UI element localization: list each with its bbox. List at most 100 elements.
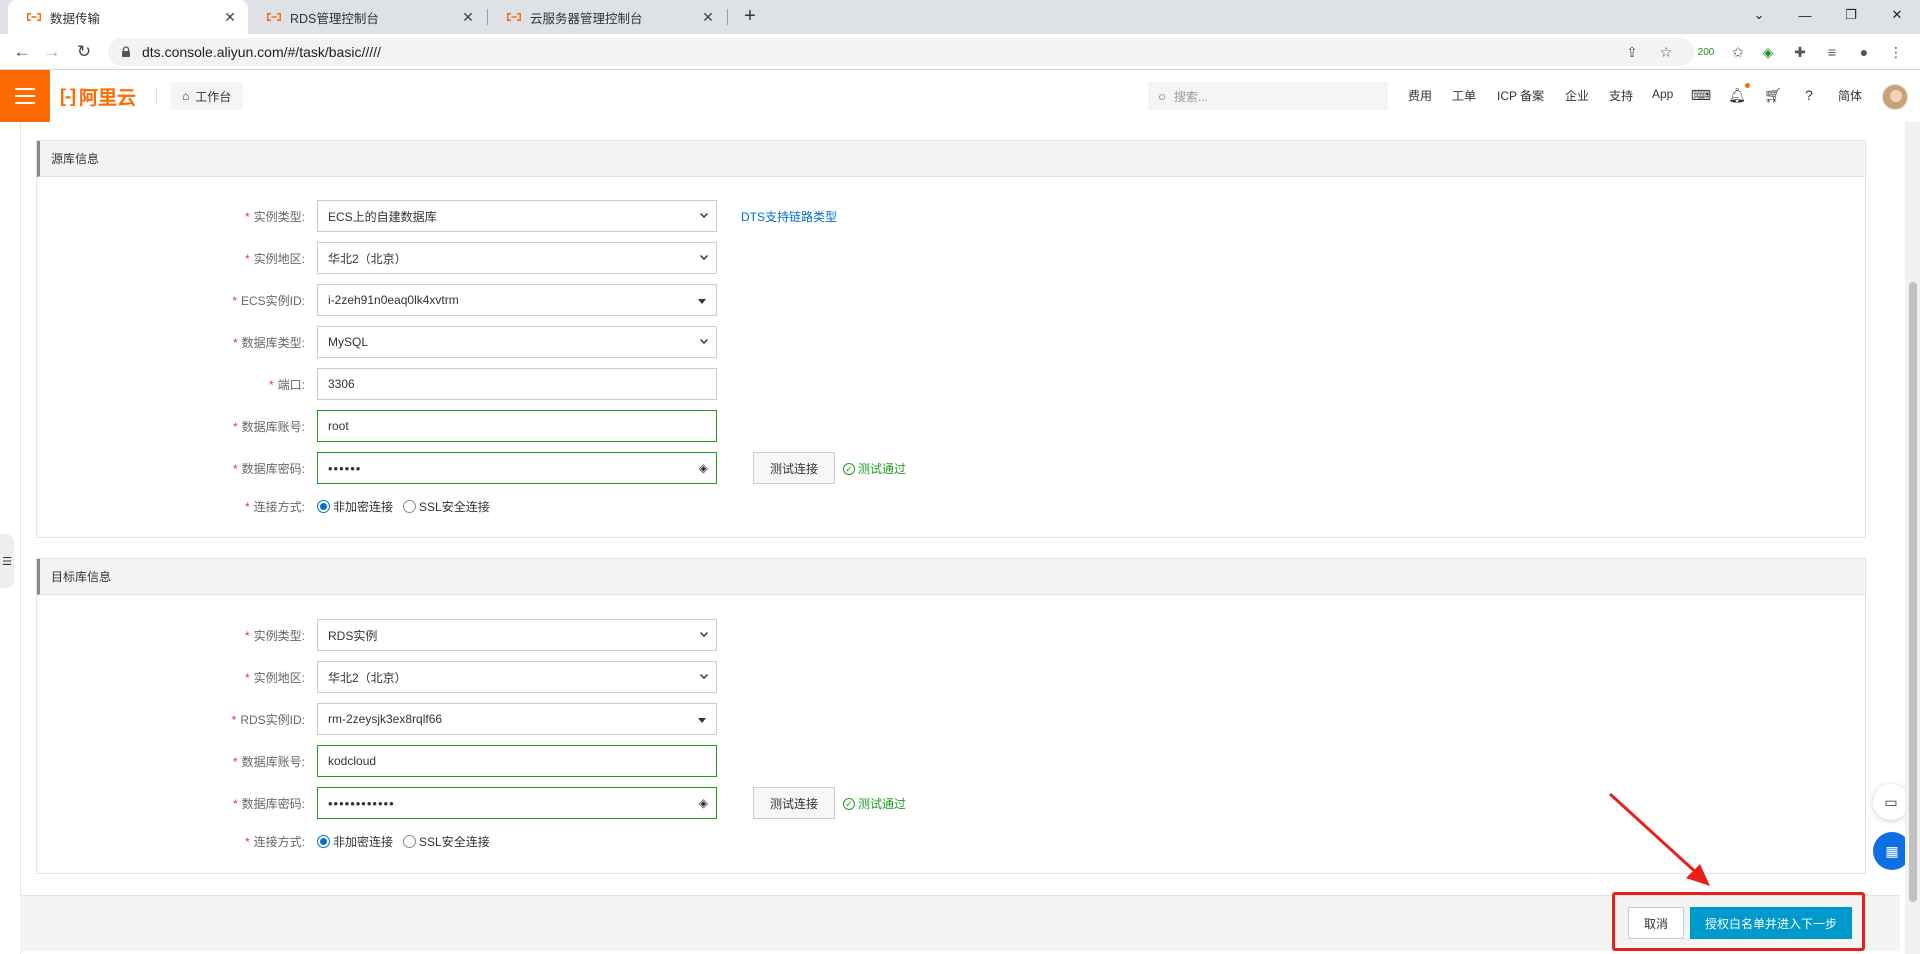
aliyun-logo[interactable]: [-] 阿里云 (60, 84, 136, 109)
chevron-down-icon (700, 629, 708, 637)
terminal-icon[interactable]: ⌨ (1690, 84, 1712, 106)
profile-icon[interactable]: ● (1852, 40, 1876, 64)
header-link-ticket[interactable]: 工单 (1452, 87, 1476, 104)
bookmark-star-icon[interactable]: ☆ (1654, 40, 1678, 64)
menu-hamburger-icon[interactable] (0, 70, 50, 122)
header-link-support[interactable]: 支持 (1609, 87, 1633, 104)
language-switch[interactable]: 简体 (1838, 87, 1862, 104)
radio-ssl[interactable]: SSL安全连接 (403, 498, 490, 515)
source-test-status: ✓ 测试通过 (843, 460, 906, 477)
eye-toggle-icon[interactable]: ◈ (699, 461, 708, 475)
extension-badge[interactable]: 200 (1694, 40, 1718, 64)
side-menu-toggle-icon[interactable]: ☰ (0, 534, 14, 588)
source-port-row: * 端口: 3306 (37, 368, 1865, 400)
field-label: * 数据库密码: (232, 462, 305, 476)
source-password-row: * 数据库密码: •••••• ◈ 测试连接 ✓ 测试通过 (37, 452, 1865, 484)
source-account-input[interactable]: root (317, 410, 717, 442)
field-label: * 实例地区: (244, 252, 305, 266)
field-label: * 连接方式: (244, 835, 305, 849)
search-placeholder: 搜索... (1173, 89, 1208, 104)
tab-label: 数据传输 (50, 11, 101, 26)
chevron-down-icon (700, 210, 708, 218)
help-icon[interactable]: ? (1798, 84, 1820, 106)
field-label: * RDS实例ID: (231, 713, 305, 727)
header-link-app[interactable]: App (1652, 87, 1673, 101)
address-bar: ← → ↻ dts.console.aliyun.com/#/task/basi… (0, 34, 1920, 70)
chevron-down-icon (700, 252, 708, 260)
source-password-input[interactable]: •••••• ◈ (317, 452, 717, 484)
avatar[interactable] (1882, 84, 1908, 110)
target-test-status: ✓ 测试通过 (843, 795, 906, 812)
caret-down-icon (698, 299, 706, 304)
close-icon[interactable]: ✕ (460, 9, 476, 25)
lock-icon (122, 46, 130, 57)
restore-button[interactable]: ❐ (1828, 0, 1874, 30)
feedback-chat-icon[interactable]: ▭ (1873, 784, 1909, 820)
reload-icon[interactable]: ↻ (70, 38, 98, 66)
target-instance-type-select[interactable]: RDS实例 (317, 619, 717, 651)
eye-toggle-icon[interactable]: ◈ (699, 796, 708, 810)
url-field[interactable]: dts.console.aliyun.com/#/task/basic///// (108, 38, 1694, 66)
new-tab-button[interactable]: + (738, 5, 762, 29)
scrollbar-thumb[interactable] (1909, 282, 1917, 902)
source-region-select[interactable]: 华北2（北京） (317, 242, 717, 274)
puzzle-extension-icon[interactable]: ✚ (1788, 40, 1812, 64)
share-icon[interactable]: ⇪ (1620, 40, 1644, 64)
forward-arrow-icon[interactable]: → (38, 38, 66, 66)
page-scrollbar[interactable] (1905, 122, 1920, 954)
menu-kebab-icon[interactable]: ⋮ (1884, 40, 1908, 64)
source-db-type-row: * 数据库类型: MySQL (37, 326, 1865, 358)
star-extension-icon[interactable]: ✩ (1726, 40, 1750, 64)
green-extension-icon[interactable]: ◈ (1756, 40, 1780, 64)
workbench-button[interactable]: ⌂ 工作台 (170, 82, 244, 110)
source-panel-title: 源库信息 (37, 141, 1865, 177)
source-test-connection-button[interactable]: 测试连接 (753, 452, 835, 484)
minimize-button[interactable]: — (1782, 0, 1828, 30)
source-ecs-id-select[interactable]: i-2zeh91n0eaq0lk4xvtrm (317, 284, 717, 316)
source-instance-type-select[interactable]: ECS上的自建数据库 (317, 200, 717, 232)
reading-list-icon[interactable]: ≡ (1820, 40, 1844, 64)
radio-non-encrypted[interactable]: 非加密连接 (317, 833, 393, 850)
target-rds-id-select[interactable]: rm-2zeysjk3ex8rqlf66 (317, 703, 717, 735)
left-border (20, 122, 21, 954)
radio-ssl[interactable]: SSL安全连接 (403, 833, 490, 850)
field-label: * 实例地区: (244, 671, 305, 685)
close-icon[interactable]: ✕ (222, 9, 238, 25)
dts-link-types-link[interactable]: DTS支持链路类型 (741, 208, 837, 225)
tab-search-icon[interactable]: ⌄ (1736, 0, 1782, 30)
back-arrow-icon[interactable]: ← (8, 38, 36, 66)
tab-label: 云服务器管理控制台 (530, 11, 643, 26)
close-window-button[interactable]: ✕ (1874, 0, 1920, 30)
source-db-type-select[interactable]: MySQL (317, 326, 717, 358)
source-port-input[interactable]: 3306 (317, 368, 717, 400)
field-label: * 实例类型: (244, 629, 305, 643)
target-instance-type-row: * 实例类型: RDS实例 (37, 619, 1865, 651)
target-test-connection-button[interactable]: 测试连接 (753, 787, 835, 819)
search-input[interactable]: ○ 搜索... (1148, 82, 1388, 110)
radio-checked-icon (317, 500, 330, 513)
tab-rds-console[interactable]: RDS管理控制台 ✕ (248, 0, 486, 34)
target-password-input[interactable]: •••••••••••• ◈ (317, 787, 717, 819)
tab-data-transfer[interactable]: 数据传输 ✕ (8, 0, 248, 34)
notification-dot (1745, 83, 1750, 88)
radio-non-encrypted[interactable]: 非加密连接 (317, 498, 393, 515)
close-icon[interactable]: ✕ (700, 9, 716, 25)
target-region-select[interactable]: 华北2（北京） (317, 661, 717, 693)
cart-icon[interactable]: 🛒︎ (1762, 84, 1784, 106)
target-region-row: * 实例地区: 华北2（北京） (37, 661, 1865, 693)
tab-ecs-console[interactable]: 云服务器管理控制台 ✕ (488, 0, 726, 34)
field-label: * 数据库类型: (232, 336, 305, 350)
url-text: dts.console.aliyun.com/#/task/basic///// (142, 44, 381, 60)
bell-icon[interactable]: 🔔︎ (1726, 84, 1748, 106)
workbench-label: 工作台 (195, 89, 232, 104)
radio-checked-icon (317, 835, 330, 848)
aliyun-favicon-icon (266, 9, 282, 25)
header-link-icp[interactable]: ICP 备案 (1497, 87, 1544, 104)
field-label: * 数据库密码: (232, 797, 305, 811)
search-icon: ○ (1158, 88, 1166, 104)
field-label: * 端口: (268, 378, 305, 392)
header-link-billing[interactable]: 费用 (1408, 87, 1432, 104)
header-link-enterprise[interactable]: 企业 (1565, 87, 1589, 104)
source-account-row: * 数据库账号: root (37, 410, 1865, 442)
target-account-input[interactable]: kodcloud (317, 745, 717, 777)
